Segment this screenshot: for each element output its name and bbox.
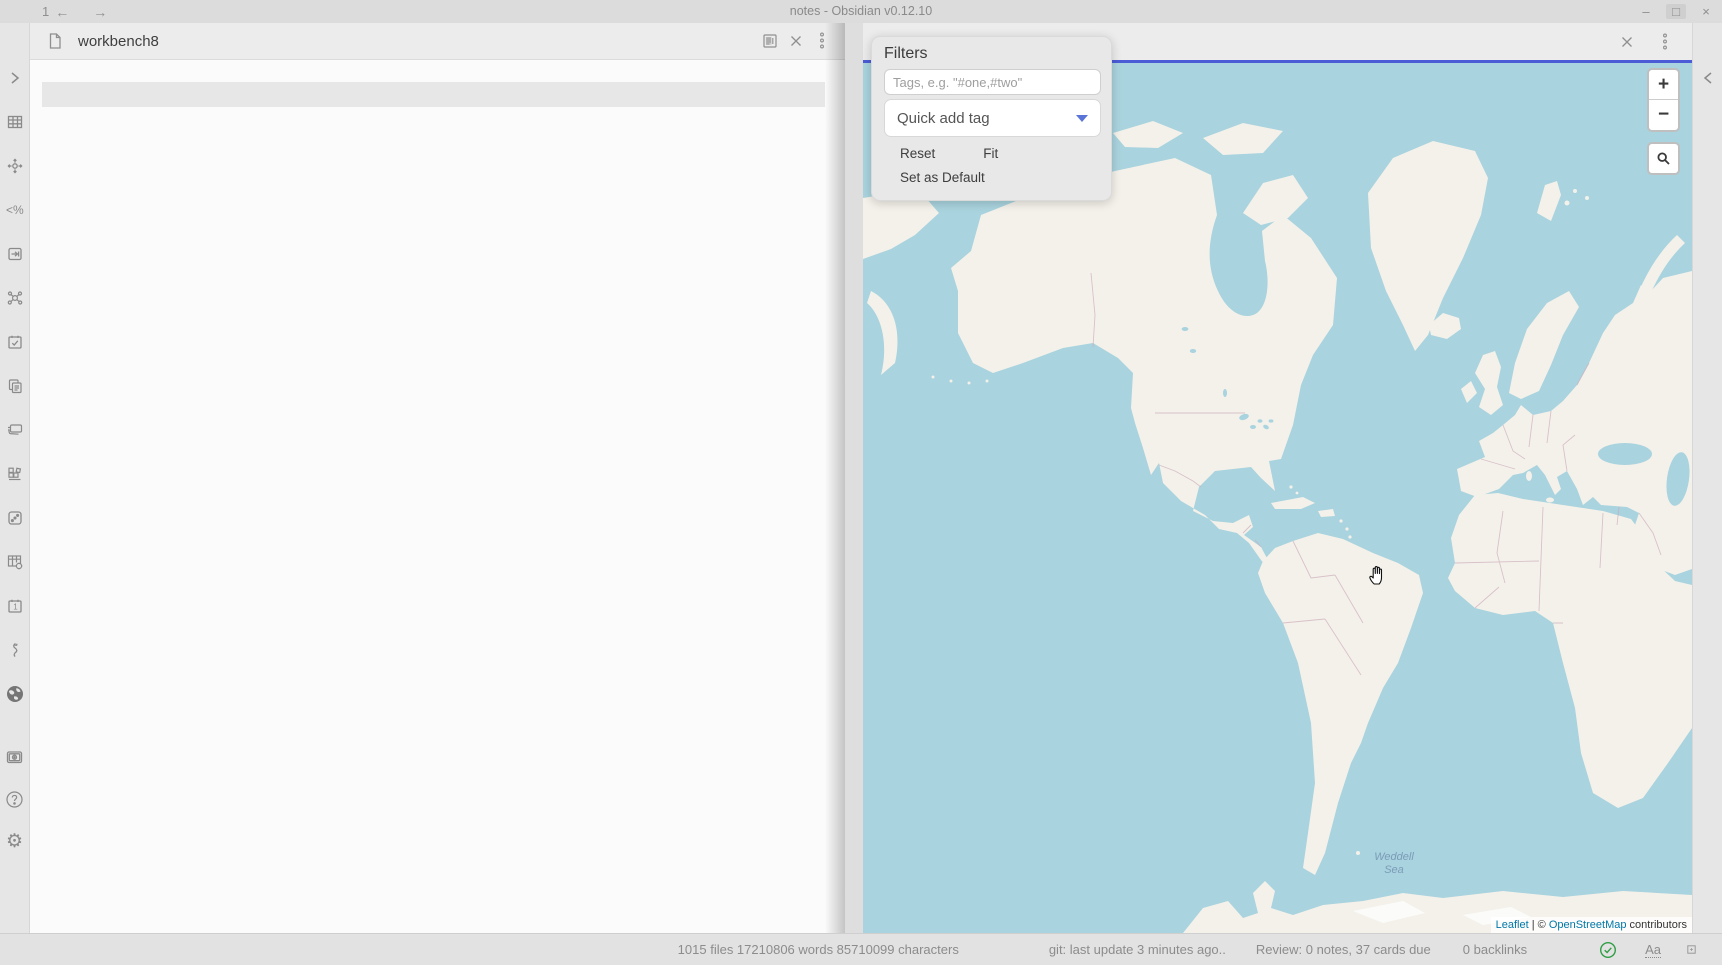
pan-move-icon[interactable] — [1, 152, 29, 180]
window-title: notes - Obsidian v0.12.10 — [0, 0, 1722, 23]
file-icon — [42, 28, 68, 54]
empty-block — [42, 82, 825, 107]
leaflet-link[interactable]: Leaflet — [1496, 919, 1529, 931]
minimize-icon[interactable]: – — [1636, 4, 1656, 19]
svg-text:1: 1 — [13, 603, 18, 612]
window-controls: – □ × — [1636, 0, 1716, 23]
workbench-pane: workbench8 — [30, 23, 845, 933]
left-ribbon: <% 1 — [0, 23, 30, 933]
weddell-sea-label: Weddell Sea — [1364, 851, 1424, 877]
pane-title: workbench8 — [78, 33, 757, 50]
card-stack-icon[interactable] — [1, 416, 29, 444]
tags-filter-input[interactable] — [884, 69, 1101, 95]
quick-add-tag-select[interactable]: Quick add tag — [884, 99, 1101, 137]
right-ribbon — [1692, 23, 1722, 933]
pane-edge-shadow — [825, 23, 845, 933]
blocks-icon[interactable] — [1, 460, 29, 488]
maximize-icon[interactable]: □ — [1666, 4, 1686, 19]
help-icon[interactable] — [1, 785, 29, 813]
close-window-icon[interactable]: × — [1696, 4, 1716, 19]
map-more-options-icon[interactable] — [1652, 29, 1678, 55]
backlinks-status: 0 backlinks — [1463, 942, 1527, 957]
reset-button[interactable]: Reset — [900, 146, 935, 161]
close-map-pane-icon[interactable] — [1614, 29, 1640, 55]
calendar-check-icon[interactable] — [1, 328, 29, 356]
vault-image-icon[interactable] — [1, 743, 29, 771]
settings-gear-icon[interactable]: ⚙ — [1, 827, 29, 855]
table-icon[interactable] — [1, 108, 29, 136]
zoom-out-button[interactable]: − — [1649, 100, 1678, 130]
map-attribution: Leaflet | © OpenStreetMap contributors — [1491, 917, 1692, 933]
status-square-icon — [1687, 945, 1696, 954]
sync-check-icon — [1599, 941, 1617, 959]
dice-icon[interactable] — [1, 504, 29, 532]
status-bar: 1015 files 17210806 words 85710099 chara… — [0, 933, 1722, 965]
map-zoom-control: + − — [1647, 68, 1680, 132]
svg-text:<%: <% — [6, 203, 24, 217]
graph-view-icon[interactable] — [1, 284, 29, 312]
syntax-toggle[interactable]: Aa — [1645, 942, 1661, 958]
magnifier-icon — [1656, 151, 1671, 166]
expand-sidebar-icon[interactable] — [1, 64, 29, 92]
hook-icon[interactable] — [1, 636, 29, 664]
templater-icon[interactable]: <% — [1, 196, 29, 224]
hand-cursor — [1367, 564, 1387, 591]
map-search-button[interactable] — [1647, 142, 1680, 175]
filters-title: Filters — [884, 45, 1099, 63]
osm-link[interactable]: OpenStreetMap — [1549, 919, 1627, 931]
close-pane-icon[interactable] — [783, 28, 809, 54]
quick-add-tag-label: Quick add tag — [897, 110, 1076, 127]
fit-button[interactable]: Fit — [983, 146, 998, 161]
globe-icon[interactable] — [1, 680, 29, 708]
workbench-pane-header: workbench8 — [30, 23, 845, 60]
copy-files-icon[interactable] — [1, 372, 29, 400]
chevron-down-icon — [1076, 115, 1088, 122]
git-status: git: last update 3 minutes ago.. — [1049, 942, 1226, 957]
collapse-right-sidebar-icon[interactable] — [1694, 64, 1722, 92]
word-count-status: 1015 files 17210806 words 85710099 chara… — [678, 942, 959, 957]
titlebar: 1←→ notes - Obsidian v0.12.10 – □ × — [0, 0, 1722, 23]
review-status: Review: 0 notes, 37 cards due — [1256, 942, 1431, 957]
set-as-default-button[interactable]: Set as Default — [900, 170, 985, 185]
calendar-day-icon[interactable]: 1 — [1, 592, 29, 620]
filters-popover: Filters Quick add tag Reset Fit Set as D… — [871, 36, 1112, 201]
note-editor[interactable] — [30, 61, 845, 933]
reading-view-icon[interactable] — [757, 28, 783, 54]
zoom-in-button[interactable]: + — [1649, 70, 1678, 100]
pane-divider[interactable] — [845, 23, 863, 933]
slides-icon[interactable] — [1, 240, 29, 268]
table-gear-icon[interactable] — [1, 548, 29, 576]
